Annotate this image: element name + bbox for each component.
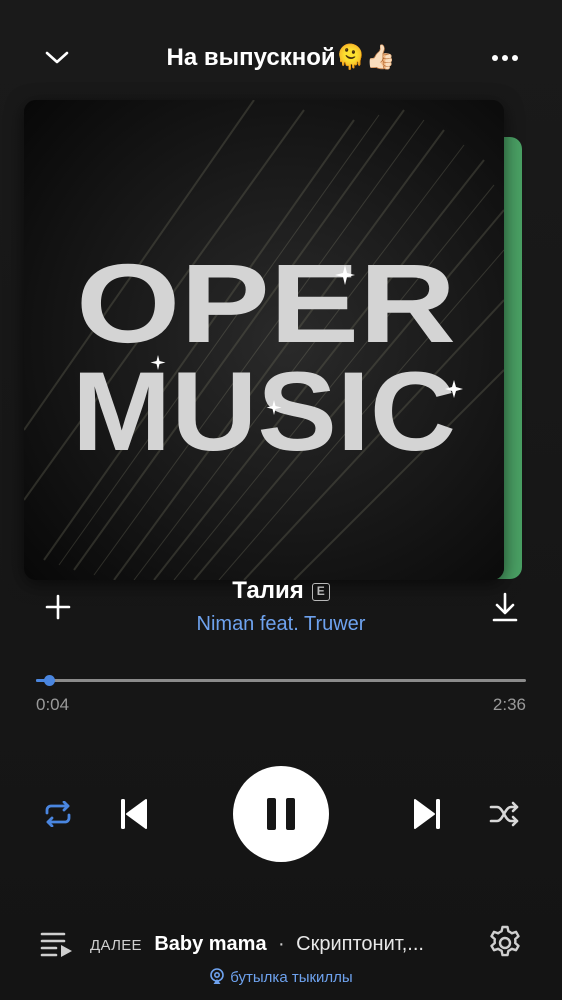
- next-button[interactable]: [405, 792, 449, 836]
- up-next-song: Baby mama: [154, 933, 267, 955]
- pause-button[interactable]: [233, 766, 329, 862]
- progress-track: [36, 679, 526, 682]
- track-title: Талия E: [100, 576, 462, 606]
- explicit-badge: E: [311, 583, 330, 601]
- now-playing-screen: На выпускной🫠👍🏻 OPER MUSIC Талия E Niman…: [0, 0, 562, 1000]
- add-to-library-button[interactable]: [36, 585, 80, 629]
- playlist-title: На выпускной🫠👍🏻: [80, 40, 482, 75]
- airplay-icon: [210, 968, 225, 984]
- album-artwork[interactable]: OPER MUSIC: [24, 100, 504, 580]
- playlist-title-text: На выпускной: [166, 44, 336, 71]
- track-artist[interactable]: Niman feat. Truwer: [100, 610, 462, 638]
- queue-icon: [40, 932, 72, 957]
- current-time: 0:04: [36, 695, 70, 714]
- artwork-image: OPER MUSIC: [24, 100, 504, 580]
- header: На выпускной🫠👍🏻: [0, 0, 562, 110]
- total-time: 2:36: [492, 695, 526, 714]
- up-next-row[interactable]: ДАЛЕЕ Baby mama · Скриптонит,...: [90, 929, 455, 959]
- skip-next-icon: [414, 799, 440, 829]
- repeat-button[interactable]: [36, 792, 80, 836]
- more-button[interactable]: [483, 36, 527, 80]
- plus-icon: [45, 594, 71, 620]
- shuffle-button[interactable]: [483, 792, 527, 836]
- pause-icon: [267, 798, 295, 830]
- settings-button[interactable]: [484, 922, 526, 964]
- up-next-separator: ·: [278, 933, 285, 955]
- queue-button[interactable]: [38, 926, 76, 962]
- shuffle-icon: [489, 801, 519, 827]
- repeat-icon: [45, 801, 71, 827]
- chevron-down-icon: [45, 51, 69, 64]
- skip-previous-icon: [121, 799, 147, 829]
- artwork-text-oper: OPER: [76, 241, 456, 366]
- playlist-title-emoji: 🫠👍🏻: [335, 43, 396, 71]
- playback-progress-slider[interactable]: [36, 670, 526, 690]
- gear-icon: [490, 925, 520, 957]
- track-title-text: Талия: [232, 577, 304, 604]
- up-next-artist: Скриптонит,...: [296, 933, 424, 955]
- output-device-name: бутылка тыкиллы: [230, 969, 353, 986]
- artwork-text-music: MUSIC: [72, 349, 456, 474]
- progress-handle[interactable]: [43, 674, 55, 686]
- previous-button[interactable]: [112, 792, 156, 836]
- more-horizontal-icon: [492, 55, 518, 61]
- download-button[interactable]: [483, 585, 527, 629]
- up-next-label: ДАЛЕЕ: [90, 937, 142, 954]
- download-icon: [492, 592, 518, 622]
- output-device[interactable]: бутылка тыкиллы: [0, 967, 562, 989]
- collapse-button[interactable]: [35, 36, 79, 80]
